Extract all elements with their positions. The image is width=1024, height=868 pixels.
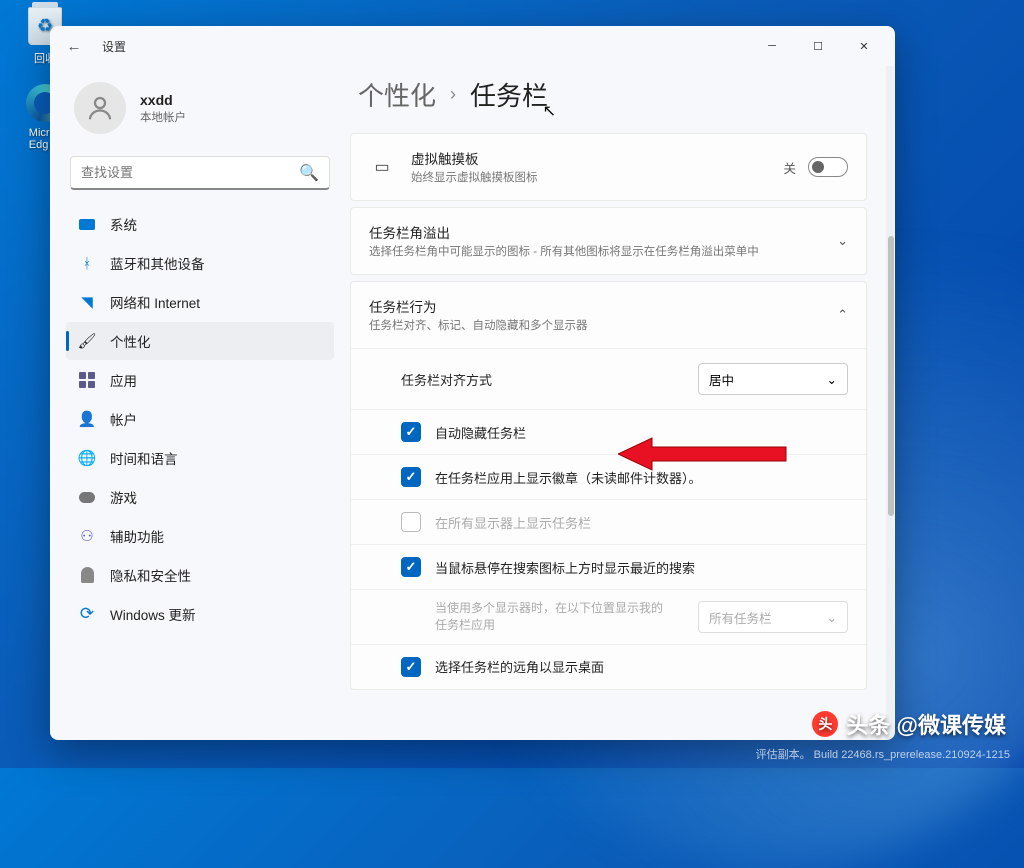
multi-display-desc: 当使用多个显示器时，在以下位置显示我的任务栏应用 <box>435 600 684 634</box>
chevron-down-icon: ⌄ <box>827 610 837 625</box>
multi-display-dropdown: 所有任务栏 ⌄ <box>698 601 848 633</box>
checkbox-recent-search[interactable]: ✓ <box>401 557 421 577</box>
card-touchpad[interactable]: ▭ 虚拟触摸板 始终显示虚拟触摸板图标 关 <box>350 133 867 201</box>
sidebar: xxdd 本地帐户 🔍 系统 ᚼ蓝牙和其他设备 ◥网络和 Internet 🖌个… <box>50 66 350 740</box>
person-icon <box>85 93 115 123</box>
row-corner-desktop[interactable]: ✓ 选择任务栏的远角以显示桌面 <box>351 644 866 689</box>
game-icon <box>78 488 96 506</box>
brush-icon: 🖌 <box>78 332 96 350</box>
sidebar-item-network[interactable]: ◥网络和 Internet <box>66 283 334 321</box>
accessibility-icon: ⚇ <box>78 527 96 545</box>
checkbox-all-displays[interactable] <box>401 512 421 532</box>
chevron-down-icon: ⌄ <box>827 372 837 387</box>
touchpad-desc: 始终显示虚拟触摸板图标 <box>411 170 767 186</box>
watermark-icon: 头 <box>812 711 838 737</box>
sidebar-item-privacy[interactable]: 隐私和安全性 <box>66 556 334 594</box>
watermark-text: 头条 @微课传媒 <box>846 708 1006 740</box>
sidebar-item-time[interactable]: 🌐时间和语言 <box>66 439 334 477</box>
label-auto-hide: 自动隐藏任务栏 <box>435 423 848 442</box>
toggle-label: 关 <box>783 158 796 177</box>
label-recent-search: 当鼠标悬停在搜索图标上方时显示最近的搜索 <box>435 558 848 577</box>
sidebar-item-accessibility[interactable]: ⚇辅助功能 <box>66 517 334 555</box>
maximize-button[interactable]: ☐ <box>795 30 841 62</box>
apps-icon <box>78 371 96 389</box>
sidebar-item-personalization[interactable]: 🖌个性化 <box>66 322 334 360</box>
globe-icon: 🌐 <box>78 449 96 467</box>
checkbox-auto-hide[interactable]: ✓ <box>401 422 421 442</box>
back-button[interactable]: ← <box>64 38 84 55</box>
sidebar-item-system[interactable]: 系统 <box>66 205 334 243</box>
window-title: 设置 <box>102 38 126 55</box>
search-icon: 🔍 <box>299 163 319 183</box>
row-badges[interactable]: ✓ 在任务栏应用上显示徽章（未读邮件计数器）。 <box>351 454 866 499</box>
sidebar-item-gaming[interactable]: 游戏 <box>66 478 334 516</box>
label-corner-desktop: 选择任务栏的远角以显示桌面 <box>435 657 848 676</box>
user-name: xxdd <box>140 92 186 108</box>
alignment-label: 任务栏对齐方式 <box>401 370 698 389</box>
watermark: 头 头条 @微课传媒 <box>812 708 1006 740</box>
search-input[interactable]: 🔍 <box>70 156 330 190</box>
label-all-displays: 在所有显示器上显示任务栏 <box>435 513 848 532</box>
checkbox-badges[interactable]: ✓ <box>401 467 421 487</box>
behavior-title: 任务栏行为 <box>369 296 821 316</box>
row-auto-hide[interactable]: ✓ 自动隐藏任务栏 <box>351 409 866 454</box>
build-info: 评估副本。 Build 22468.rs_prerelease.210924-1… <box>756 746 1010 762</box>
cursor-icon: ↖ <box>543 101 556 121</box>
chevron-up-icon: ⌃ <box>837 307 848 323</box>
settings-window: ← 设置 ─ ☐ ✕ xxdd 本地帐户 🔍 <box>50 26 895 740</box>
breadcrumb: 个性化 › 任务栏↖ <box>350 76 867 113</box>
breadcrumb-current: 任务栏↖ <box>470 76 548 113</box>
minimize-button[interactable]: ─ <box>749 30 795 62</box>
bluetooth-icon: ᚼ <box>78 254 96 272</box>
shield-icon <box>78 566 96 584</box>
chevron-down-icon: ⌄ <box>837 233 848 249</box>
checkbox-corner-desktop[interactable]: ✓ <box>401 657 421 677</box>
behavior-header[interactable]: 任务栏行为 任务栏对齐、标记、自动隐藏和多个显示器 ⌃ <box>351 282 866 348</box>
card-overflow[interactable]: 任务栏角溢出 选择任务栏角中可能显示的图标 - 所有其他图标将显示在任务栏角溢出… <box>350 207 867 275</box>
sidebar-item-update[interactable]: ⟳Windows 更新 <box>66 595 334 633</box>
scrollbar-thumb[interactable] <box>888 236 894 516</box>
sidebar-item-bluetooth[interactable]: ᚼ蓝牙和其他设备 <box>66 244 334 282</box>
user-sub: 本地帐户 <box>140 109 186 125</box>
search-field[interactable] <box>81 165 299 180</box>
system-icon <box>78 215 96 233</box>
row-multi-display: 当使用多个显示器时，在以下位置显示我的任务栏应用 所有任务栏 ⌄ <box>351 589 866 644</box>
alignment-dropdown[interactable]: 居中 ⌄ <box>698 363 848 395</box>
touchpad-toggle[interactable] <box>808 157 848 177</box>
breadcrumb-parent[interactable]: 个性化 <box>358 76 436 113</box>
chevron-right-icon: › <box>450 84 456 105</box>
overflow-title: 任务栏角溢出 <box>369 222 821 242</box>
close-button[interactable]: ✕ <box>841 30 887 62</box>
label-badges: 在任务栏应用上显示徽章（未读邮件计数器）。 <box>435 468 848 487</box>
avatar <box>74 82 126 134</box>
sidebar-item-accounts[interactable]: 👤帐户 <box>66 400 334 438</box>
card-behavior: 任务栏行为 任务栏对齐、标记、自动隐藏和多个显示器 ⌃ 任务栏对齐方式 居中 ⌄… <box>350 281 867 690</box>
behavior-desc: 任务栏对齐、标记、自动隐藏和多个显示器 <box>369 318 821 334</box>
content: 个性化 › 任务栏↖ ▭ 虚拟触摸板 始终显示虚拟触摸板图标 关 <box>350 66 895 740</box>
touchpad-icon: ▭ <box>369 157 395 177</box>
nav: 系统 ᚼ蓝牙和其他设备 ◥网络和 Internet 🖌个性化 应用 👤帐户 🌐时… <box>64 204 336 730</box>
titlebar: ← 设置 ─ ☐ ✕ <box>50 26 895 66</box>
update-icon: ⟳ <box>78 605 96 623</box>
wifi-icon: ◥ <box>78 293 96 311</box>
touchpad-title: 虚拟触摸板 <box>411 148 767 168</box>
account-icon: 👤 <box>78 410 96 428</box>
alignment-row: 任务栏对齐方式 居中 ⌄ <box>351 348 866 409</box>
row-all-displays[interactable]: 在所有显示器上显示任务栏 <box>351 499 866 544</box>
row-recent-search[interactable]: ✓ 当鼠标悬停在搜索图标上方时显示最近的搜索 <box>351 544 866 589</box>
sidebar-item-apps[interactable]: 应用 <box>66 361 334 399</box>
user-row[interactable]: xxdd 本地帐户 <box>64 76 336 152</box>
overflow-desc: 选择任务栏角中可能显示的图标 - 所有其他图标将显示在任务栏角溢出菜单中 <box>369 244 821 260</box>
